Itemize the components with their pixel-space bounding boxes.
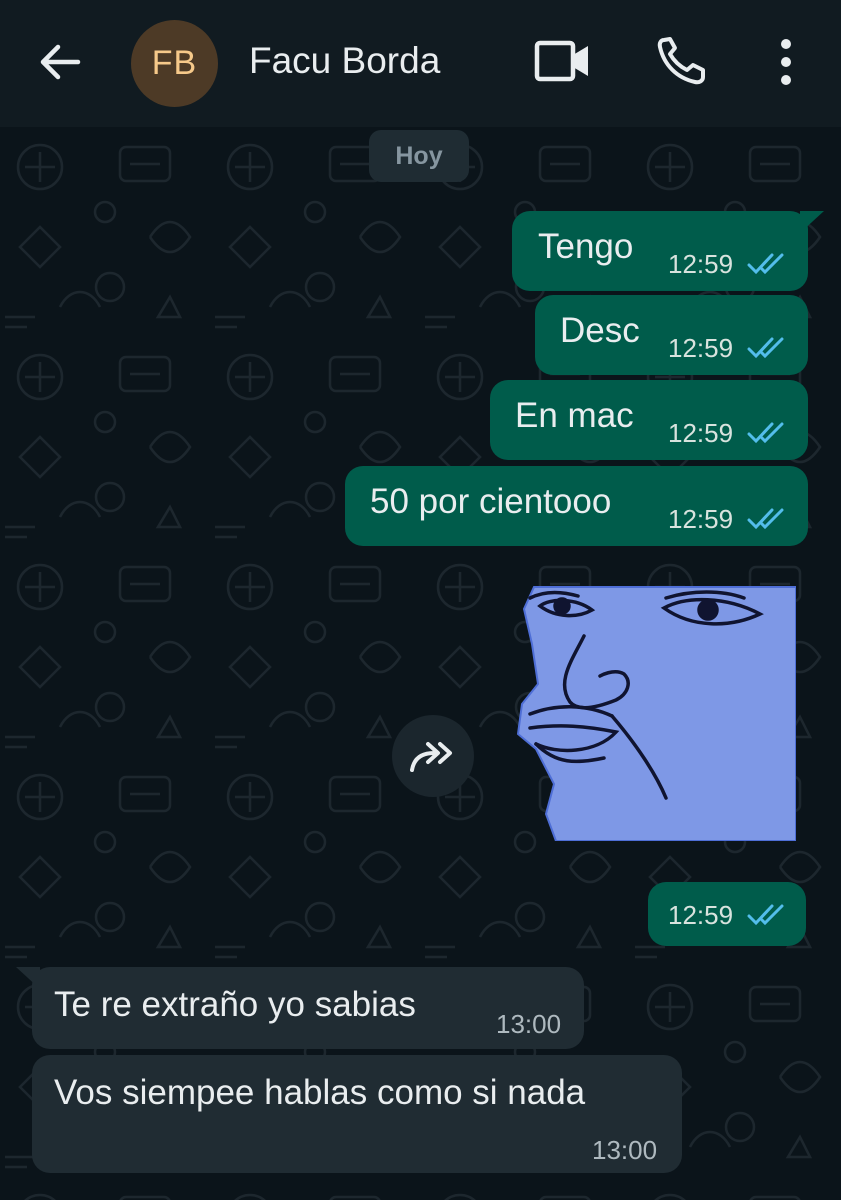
outgoing-message-bubble[interactable]: 50 por cientooo 12:59 xyxy=(345,466,808,546)
chat-header: FB Facu Borda xyxy=(0,0,841,127)
bubble-tail xyxy=(800,211,824,233)
outgoing-message-bubble[interactable]: En mac 12:59 xyxy=(490,380,808,460)
read-receipt-icon xyxy=(747,253,784,275)
read-receipt-icon xyxy=(747,337,784,359)
message-time: 12:59 xyxy=(668,333,734,363)
message-text: Desc xyxy=(560,311,640,350)
message-time: 12:59 xyxy=(668,249,734,279)
message-text: Tengo xyxy=(538,227,634,266)
incoming-message-bubble[interactable]: Te re extraño yo sabias 13:00 xyxy=(16,967,584,1049)
read-receipt-icon xyxy=(747,422,784,444)
message-time: 12:59 xyxy=(668,418,734,448)
sticker-timestamp-bubble: 12:59 xyxy=(648,882,806,946)
read-receipt-icon xyxy=(747,904,784,926)
message-time: 13:00 xyxy=(592,1135,658,1165)
more-options-icon[interactable] xyxy=(770,36,802,88)
message-text: En mac xyxy=(515,396,634,435)
read-receipt-icon xyxy=(747,508,784,530)
message-text: 50 por cientooo xyxy=(370,482,612,521)
sticker-image[interactable] xyxy=(516,584,796,841)
bubble-tail xyxy=(16,967,40,989)
forward-button[interactable] xyxy=(392,715,474,797)
message-time: 13:00 xyxy=(496,1009,562,1039)
outgoing-message-bubble[interactable]: Desc 12:59 xyxy=(535,295,808,375)
message-text: Vos siempee hablas como si nada xyxy=(54,1073,586,1112)
date-chip: Hoy xyxy=(369,130,469,182)
video-call-icon[interactable] xyxy=(534,38,592,84)
phone-icon[interactable] xyxy=(656,36,708,86)
message-time: 12:59 xyxy=(668,900,734,930)
outgoing-message-bubble[interactable]: Tengo 12:59 xyxy=(512,211,824,291)
chat-area[interactable]: Hoy Tengo 12:59 Desc 12:59 En mac 12:59 … xyxy=(0,127,841,1200)
incoming-message-bubble[interactable]: Vos siempee hablas como si nada 13:00 xyxy=(32,1055,682,1173)
contact-avatar[interactable]: FB xyxy=(131,20,218,107)
message-time: 12:59 xyxy=(668,504,734,534)
avatar-initials: FB xyxy=(151,44,198,82)
contact-name[interactable]: Facu Borda xyxy=(249,40,440,82)
message-text: Te re extraño yo sabias xyxy=(54,985,416,1024)
back-arrow-icon[interactable] xyxy=(36,38,84,86)
forward-icon xyxy=(410,742,452,772)
